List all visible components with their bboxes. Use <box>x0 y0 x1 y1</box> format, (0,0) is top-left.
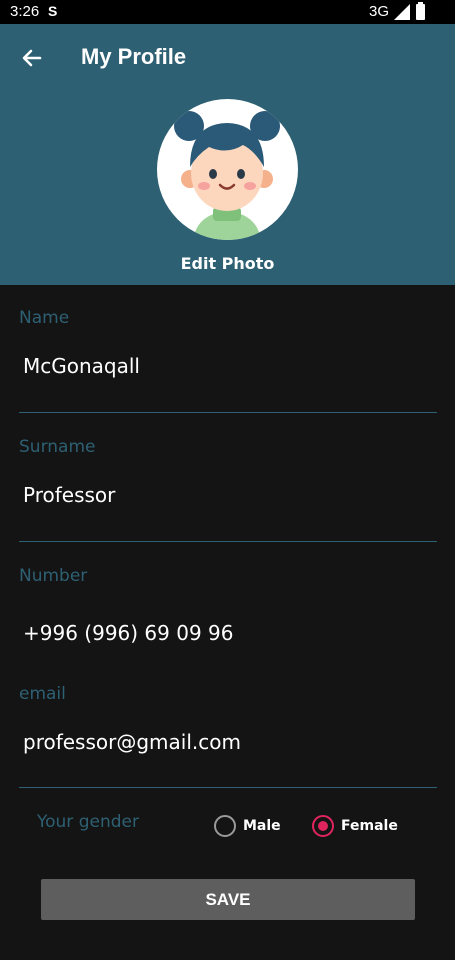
number-field[interactable] <box>23 621 433 645</box>
surname-label: Surname <box>19 437 96 457</box>
email-label: email <box>19 684 66 704</box>
signal-icon <box>394 4 410 20</box>
battery-icon <box>416 2 425 20</box>
surname-field[interactable] <box>23 483 433 507</box>
email-underline <box>19 787 437 788</box>
name-label: Name <box>19 308 70 328</box>
gender-female-label[interactable]: Female <box>341 818 398 834</box>
number-label: Number <box>19 566 88 586</box>
arrow-left-icon[interactable] <box>18 46 48 70</box>
surname-underline <box>19 541 437 542</box>
avatar[interactable] <box>157 99 298 240</box>
name-underline <box>19 412 437 413</box>
page-title: My Profile <box>81 44 187 69</box>
save-button[interactable]: SAVE <box>41 879 415 920</box>
name-field[interactable] <box>23 354 433 378</box>
gender-male-label[interactable]: Male <box>243 818 281 834</box>
gender-radio-female[interactable] <box>312 815 334 837</box>
status-time: 3:26 <box>10 3 40 20</box>
edit-photo-button[interactable]: Edit Photo <box>0 254 455 273</box>
status-bar: 3:26 S 3G <box>0 0 455 24</box>
profile-header: My Profile Edit Photo <box>0 24 455 285</box>
gender-label: Your gender <box>37 812 139 832</box>
network-type: 3G <box>369 3 390 20</box>
app-notification-icon: S <box>48 3 58 19</box>
email-field[interactable] <box>23 730 433 754</box>
gender-radio-male[interactable] <box>214 815 236 837</box>
girl-avatar-illustration <box>174 111 280 240</box>
